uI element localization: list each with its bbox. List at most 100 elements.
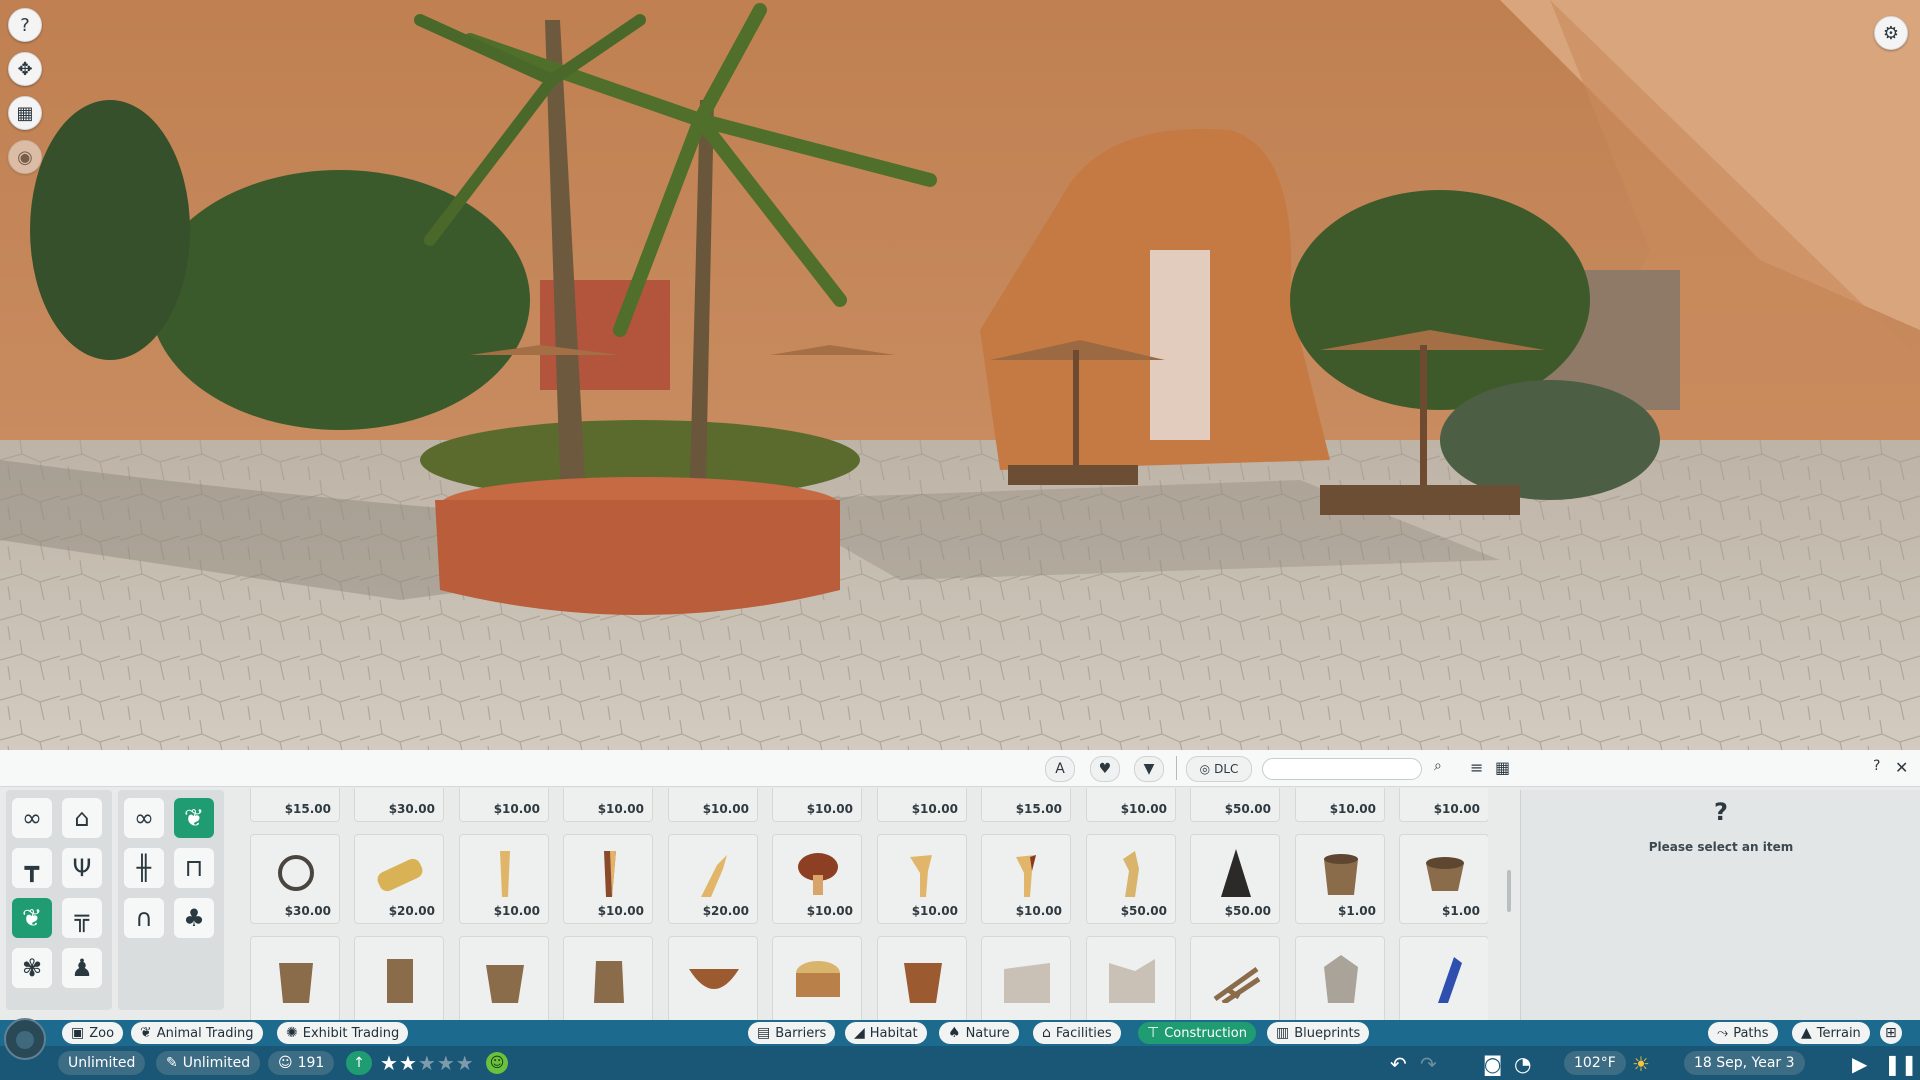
item-tile[interactable]: $50.00 bbox=[1190, 788, 1280, 822]
dlc-filter-button[interactable]: ◎ DLC bbox=[1186, 756, 1252, 782]
item-tile[interactable]: $10.00 bbox=[1086, 788, 1176, 822]
item-tile[interactable]: $10.00 bbox=[1399, 788, 1488, 822]
plant-icon[interactable]: ✾ bbox=[12, 948, 52, 988]
table-icon[interactable]: ╦ bbox=[62, 898, 102, 938]
time-icon[interactable]: ◔ bbox=[1514, 1052, 1531, 1076]
construction-tab[interactable]: ⊤ Construction bbox=[1138, 1022, 1256, 1044]
research-icon: ✎ bbox=[166, 1055, 178, 1071]
leaf-icon[interactable]: ❦ bbox=[174, 798, 214, 838]
item-tile[interactable] bbox=[1399, 936, 1488, 1020]
item-tile[interactable]: $50.00 bbox=[1190, 834, 1280, 924]
infinity-icon[interactable]: ∞ bbox=[124, 798, 164, 838]
item-tile[interactable]: $10.00 bbox=[563, 834, 653, 924]
dlc-label: DLC bbox=[1214, 762, 1239, 776]
undo-icon[interactable]: ↶ bbox=[1390, 1052, 1407, 1076]
search-input[interactable] bbox=[1262, 758, 1422, 780]
guest-happiness-icon[interactable]: ☺ bbox=[486, 1052, 508, 1074]
research-display[interactable]: ✎ Unlimited bbox=[156, 1051, 261, 1075]
camera-icon[interactable]: ◙ bbox=[1483, 1052, 1502, 1076]
animal-trading-tab[interactable]: ❦ Animal Trading bbox=[131, 1022, 263, 1044]
animal-icon[interactable]: ✥ bbox=[8, 52, 42, 86]
filter-funnel-icon[interactable]: ▼ bbox=[1134, 756, 1164, 782]
blueprints-tab[interactable]: ▥ Blueprints bbox=[1267, 1022, 1370, 1044]
redo-icon[interactable]: ↷ bbox=[1420, 1052, 1437, 1076]
gear-icon[interactable]: ⚙ bbox=[1874, 16, 1908, 50]
arch-icon[interactable]: ∩ bbox=[124, 898, 164, 938]
zoo-star-rating[interactable]: ★★★★★ bbox=[380, 1051, 475, 1075]
item-tile[interactable] bbox=[772, 936, 862, 1020]
alphabetical-filter-icon[interactable]: A bbox=[1045, 756, 1075, 782]
item-tile[interactable] bbox=[1190, 936, 1280, 1020]
item-tile[interactable] bbox=[668, 936, 758, 1020]
barriers-label: Barriers bbox=[775, 1025, 827, 1041]
lamp-icon[interactable]: Ψ bbox=[62, 848, 102, 888]
zoo-tab[interactable]: ▣ Zoo bbox=[62, 1022, 124, 1044]
item-tile[interactable]: $10.00 bbox=[772, 788, 862, 822]
item-tile[interactable]: $10.00 bbox=[877, 834, 967, 924]
item-tile[interactable]: $10.00 bbox=[877, 788, 967, 822]
item-tile[interactable]: $10.00 bbox=[668, 788, 758, 822]
calendar-icon[interactable]: ▦ bbox=[8, 96, 42, 130]
item-grid-scrollbar[interactable] bbox=[1507, 870, 1511, 912]
tree-icon[interactable]: ♣ bbox=[174, 898, 214, 938]
animal-icon[interactable]: ♟ bbox=[62, 948, 102, 988]
mountain-icon: ▲ bbox=[1801, 1025, 1812, 1041]
item-tile[interactable]: $50.00 bbox=[1086, 834, 1176, 924]
sort-icon[interactable]: ≡ bbox=[1470, 758, 1483, 777]
item-tile[interactable]: $30.00 bbox=[354, 788, 444, 822]
item-tile[interactable]: $20.00 bbox=[354, 834, 444, 924]
visibility-icon[interactable]: ◉ bbox=[8, 140, 42, 174]
grid-view-icon[interactable]: ▦ bbox=[1495, 758, 1510, 777]
blueprints-label: Blueprints bbox=[1294, 1025, 1361, 1041]
item-tile[interactable]: $15.00 bbox=[981, 788, 1071, 822]
item-tile[interactable]: $30.00 bbox=[250, 834, 340, 924]
terrain-tab[interactable]: ▲ Terrain bbox=[1792, 1022, 1870, 1044]
pause-icon[interactable]: ❚❚ bbox=[1884, 1052, 1918, 1076]
nature-tab[interactable]: ♠ Nature bbox=[939, 1022, 1019, 1044]
play-speed-icon[interactable]: ▶ bbox=[1852, 1052, 1867, 1076]
item-tile[interactable]: $15.00 bbox=[250, 788, 340, 822]
item-price: $15.00 bbox=[284, 802, 331, 816]
more-tools-button[interactable]: ⊞ bbox=[1880, 1022, 1902, 1044]
item-tile[interactable] bbox=[459, 936, 549, 1020]
item-tile[interactable]: $10.00 bbox=[563, 788, 653, 822]
guest-count-display[interactable]: ☺ 191 bbox=[268, 1051, 335, 1075]
game-viewport[interactable]: ? ✥ ▦ ◉ ⚙ bbox=[0, 0, 1920, 750]
item-thumbnail bbox=[798, 853, 838, 895]
item-price: $10.00 bbox=[1120, 802, 1167, 816]
item-tile[interactable]: $10.00 bbox=[459, 834, 549, 924]
star-icon: ★ bbox=[436, 1051, 456, 1075]
item-tile[interactable] bbox=[250, 936, 340, 1020]
item-tile[interactable]: $10.00 bbox=[772, 834, 862, 924]
item-tile[interactable] bbox=[354, 936, 444, 1020]
infinity-icon[interactable]: ∞ bbox=[12, 798, 52, 838]
item-tile[interactable] bbox=[1295, 936, 1385, 1020]
close-icon[interactable]: ✕ bbox=[1895, 758, 1908, 777]
item-tile[interactable]: $10.00 bbox=[459, 788, 549, 822]
help-icon[interactable]: ? bbox=[8, 8, 42, 42]
signpost-icon[interactable]: ┳ bbox=[12, 848, 52, 888]
favorite-heart-icon[interactable]: ♥ bbox=[1090, 756, 1120, 782]
money-display[interactable]: Unlimited bbox=[58, 1051, 146, 1075]
fence-icon[interactable]: ╫ bbox=[124, 848, 164, 888]
item-price: $20.00 bbox=[702, 904, 749, 918]
panel-help-icon[interactable]: ? bbox=[1873, 758, 1880, 774]
item-tile[interactable] bbox=[1086, 936, 1176, 1020]
item-tile[interactable] bbox=[563, 936, 653, 1020]
nature-icon[interactable]: ❦ bbox=[12, 898, 52, 938]
exhibit-trading-tab[interactable]: ✺ Exhibit Trading bbox=[277, 1022, 409, 1044]
item-tile[interactable]: $20.00 bbox=[668, 834, 758, 924]
banner-icon[interactable]: ⊓ bbox=[174, 848, 214, 888]
item-tile[interactable]: $1.00 bbox=[1399, 834, 1488, 924]
facilities-tab[interactable]: ⌂ Facilities bbox=[1033, 1022, 1121, 1044]
habitat-tab[interactable]: ◢ Habitat bbox=[845, 1022, 927, 1044]
item-tile[interactable]: $10.00 bbox=[981, 834, 1071, 924]
item-tile[interactable]: $1.00 bbox=[1295, 834, 1385, 924]
item-tile[interactable]: $10.00 bbox=[1295, 788, 1385, 822]
item-tile[interactable] bbox=[877, 936, 967, 1020]
building-icon[interactable]: ⌂ bbox=[62, 798, 102, 838]
star-icon: ★ bbox=[380, 1051, 399, 1075]
barriers-tab[interactable]: ▤ Barriers bbox=[748, 1022, 836, 1044]
item-tile[interactable] bbox=[981, 936, 1071, 1020]
paths-tab[interactable]: ⤳ Paths bbox=[1708, 1022, 1778, 1044]
